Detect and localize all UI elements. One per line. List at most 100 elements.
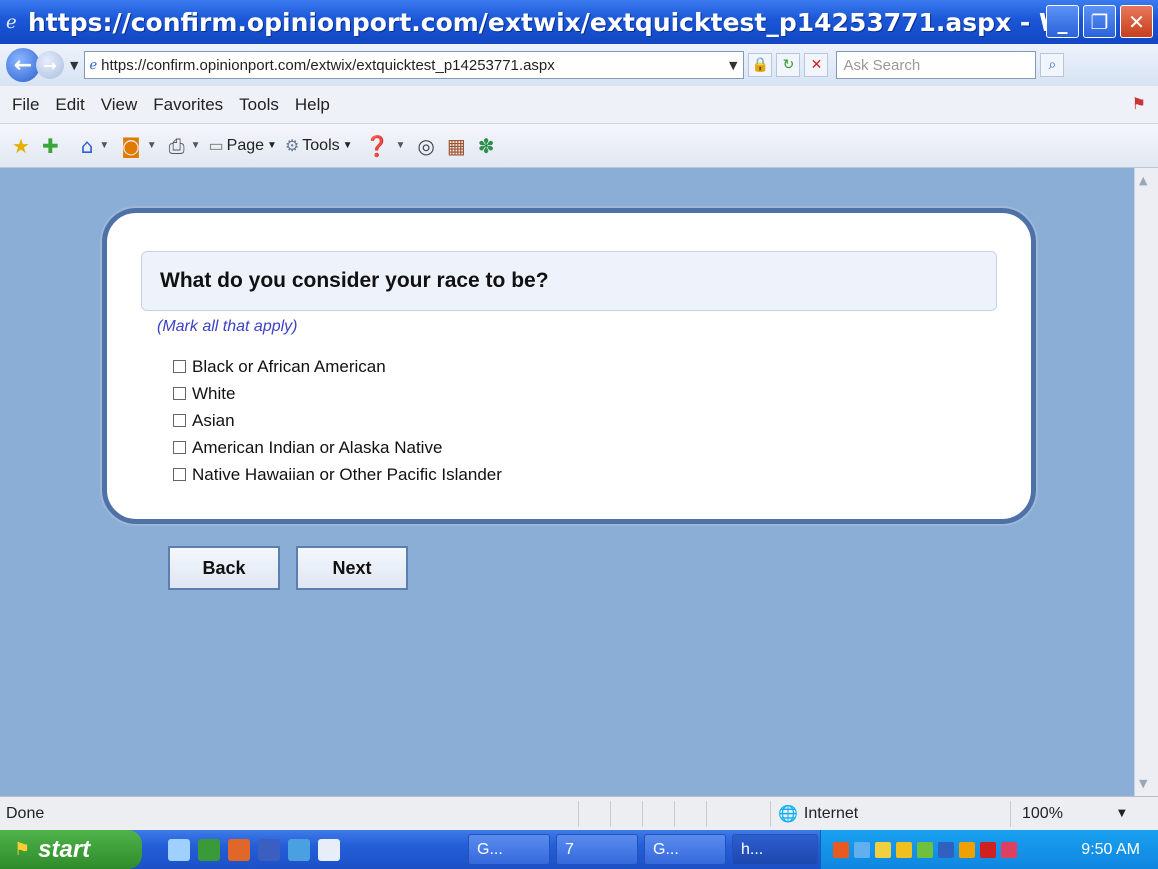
tray-icon[interactable] [938, 841, 954, 858]
blog-icon[interactable]: ▦ [447, 134, 466, 158]
minimize-button[interactable]: _ [1046, 5, 1079, 38]
option-native-hawaiian-pacific-islander[interactable]: Native Hawaiian or Other Pacific Islande… [173, 461, 502, 488]
checkbox[interactable] [173, 441, 186, 454]
tray-icon[interactable] [875, 841, 891, 858]
tray-icon[interactable] [959, 841, 975, 858]
page-icon: ▭ [208, 137, 224, 155]
powerpoint-quicklaunch-icon[interactable] [228, 838, 250, 861]
option-black-african-american[interactable]: Black or African American [173, 353, 502, 380]
gear-icon: ⚙ [284, 137, 300, 155]
menu-help[interactable]: Help [295, 95, 330, 115]
option-label: Native Hawaiian or Other Pacific Islande… [192, 464, 502, 484]
close-button[interactable]: ✕ [1120, 5, 1153, 38]
history-dropdown-icon[interactable]: ▼ [70, 59, 78, 72]
menu-view[interactable]: View [101, 95, 138, 115]
back-button[interactable]: Back [168, 546, 280, 590]
address-bar[interactable]: ℯ https://confirm.opinionport.com/extwix… [84, 51, 745, 79]
tray-icon[interactable] [854, 841, 870, 858]
add-favorite-icon[interactable]: ✚ [42, 134, 59, 158]
stop-icon[interactable]: ✕ [804, 53, 829, 77]
tools-menu-button[interactable]: ⚙ Tools ▼ [285, 136, 353, 156]
menu-edit[interactable]: Edit [55, 95, 84, 115]
status-divider [578, 801, 579, 827]
taskbar-item-3[interactable]: G... [644, 834, 726, 865]
app-quicklaunch-icon[interactable] [318, 838, 340, 861]
tray-icon[interactable] [833, 841, 849, 858]
zoom-level[interactable]: 100% [1022, 805, 1063, 823]
checkbox[interactable] [173, 468, 186, 481]
address-url[interactable]: https://confirm.opinionport.com/extwix/e… [101, 57, 723, 74]
next-button[interactable]: Next [296, 546, 408, 590]
taskbar-item-4[interactable]: h... [732, 834, 818, 865]
taskbar-item-2[interactable]: 7 [556, 834, 638, 865]
quick-launch [168, 838, 340, 861]
status-divider [674, 801, 675, 827]
home-icon[interactable]: ⌂ [81, 134, 94, 158]
print-dropdown-icon[interactable]: ▼ [191, 140, 201, 151]
help-dropdown-icon[interactable]: ▼ [395, 140, 405, 151]
question-text: What do you consider your race to be? [160, 269, 549, 292]
globe-icon: 🌐 [778, 804, 798, 823]
windows-taskbar: ⚑ start G... 7 G... h... 9:50 AM [0, 830, 1158, 869]
ie-quicklaunch-icon[interactable] [168, 838, 190, 861]
address-row: ← → ▼ ℯ https://confirm.opinionport.com/… [0, 44, 1158, 86]
outlook-quicklaunch-icon[interactable] [288, 838, 310, 861]
feed-dropdown-icon[interactable]: ▼ [147, 140, 157, 151]
messenger-icon[interactable]: ✽ [478, 134, 495, 158]
tray-icon[interactable] [896, 841, 912, 858]
menu-tools[interactable]: Tools [239, 95, 279, 115]
word-quicklaunch-icon[interactable] [258, 838, 280, 861]
research-icon[interactable]: ◎ [417, 134, 434, 158]
address-dropdown-icon[interactable]: ▼ [729, 59, 737, 72]
print-icon[interactable]: ⎙ [169, 134, 185, 158]
tray-icon[interactable] [1001, 841, 1017, 858]
taskbar-item-1[interactable]: G... [468, 834, 550, 865]
tray-icon[interactable] [980, 841, 996, 858]
forward-arrow-icon[interactable]: → [36, 51, 64, 79]
page-menu-label: Page [226, 136, 265, 154]
refresh-icon[interactable]: ↻ [776, 53, 801, 77]
option-label: American Indian or Alaska Native [192, 437, 443, 457]
zone-label: Internet [803, 804, 859, 822]
restore-button[interactable]: ❐ [1083, 5, 1116, 38]
start-button[interactable]: ⚑ start [0, 830, 142, 869]
home-dropdown-icon[interactable]: ▼ [99, 140, 109, 151]
zoom-dropdown-icon[interactable]: ▼ [1118, 808, 1126, 819]
lock-icon[interactable]: 🔒 [748, 53, 773, 77]
toolbar-extension-icon[interactable]: ⚑ [1132, 94, 1146, 113]
checkbox[interactable] [173, 414, 186, 427]
option-label: Black or African American [192, 356, 386, 376]
help-icon[interactable]: ❓ [365, 134, 390, 158]
option-american-indian-alaska-native[interactable]: American Indian or Alaska Native [173, 434, 502, 461]
window-title: https://confirm.opinionport.com/extwix/e… [28, 7, 1058, 37]
system-tray: 9:50 AM [820, 830, 1158, 869]
scroll-down-icon[interactable]: ▼ [1139, 777, 1147, 790]
status-bar: Done 🌐 Internet 100% ▼ [0, 796, 1158, 830]
back-arrow-icon[interactable]: ← [6, 48, 40, 82]
option-asian[interactable]: Asian [173, 407, 502, 434]
option-white[interactable]: White [173, 380, 502, 407]
status-divider [642, 801, 643, 827]
tray-icon[interactable] [917, 841, 933, 858]
vertical-scrollbar[interactable]: ▲ ▼ [1134, 168, 1158, 796]
clock: 9:50 AM [1081, 840, 1140, 858]
excel-quicklaunch-icon[interactable] [198, 838, 220, 861]
favorites-star-icon[interactable]: ★ [12, 134, 30, 158]
menu-file[interactable]: File [12, 95, 39, 115]
search-input[interactable]: Ask Search [836, 51, 1037, 79]
scroll-up-icon[interactable]: ▲ [1139, 174, 1147, 187]
status-divider [1010, 801, 1011, 827]
status-divider [706, 801, 707, 827]
option-label: White [192, 383, 236, 403]
search-icon[interactable]: ⌕ [1040, 53, 1065, 77]
security-zone[interactable]: 🌐 Internet [778, 804, 858, 823]
menu-bar: File Edit View Favorites Tools Help ⚑ [0, 86, 1158, 124]
menu-favorites[interactable]: Favorites [153, 95, 223, 115]
rss-feed-icon[interactable]: ◙ [121, 134, 140, 158]
question-box: What do you consider your race to be? [141, 251, 997, 311]
checkbox[interactable] [173, 387, 186, 400]
checkbox[interactable] [173, 360, 186, 373]
survey-card: What do you consider your race to be? (M… [102, 208, 1036, 524]
page-menu-button[interactable]: ▭ Page ▼ [209, 136, 277, 156]
start-label: start [38, 835, 91, 863]
